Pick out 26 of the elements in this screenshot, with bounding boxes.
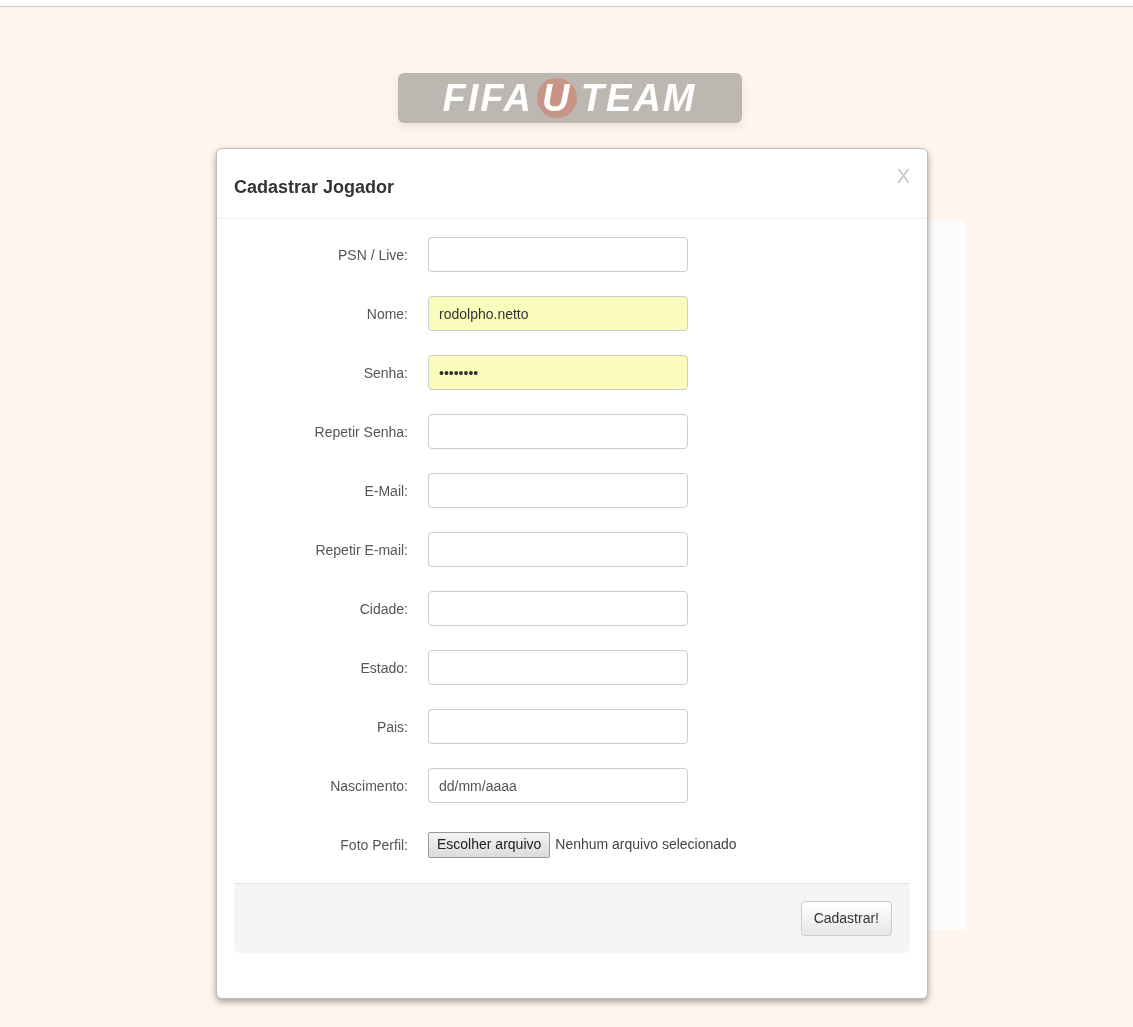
field-label: Pais:	[376, 718, 408, 735]
submit-button[interactable]: Cadastrar!	[800, 901, 892, 936]
input-field[interactable]	[428, 532, 688, 567]
input-field[interactable]: dd/mm/aaaa	[428, 768, 688, 803]
field-label: Cidade:	[359, 600, 408, 617]
input-field[interactable]: rodolpho.netto	[428, 296, 688, 331]
input-field[interactable]: ••••••••	[428, 355, 688, 390]
input-field[interactable]	[428, 709, 688, 744]
field-label: Nascimento:	[330, 777, 408, 794]
input-field[interactable]	[428, 237, 688, 272]
field-label: Repetir Senha:	[314, 423, 408, 440]
input-field[interactable]	[428, 650, 688, 685]
file-status-text: Nenhum arquivo selecionado	[555, 835, 737, 854]
input-field[interactable]	[428, 473, 688, 508]
choose-file-button[interactable]: Escolher arquivo	[428, 831, 551, 858]
field-label: Repetir E-mail:	[315, 541, 408, 558]
input-field[interactable]	[428, 591, 688, 626]
field-label: Foto Perfil:	[340, 836, 408, 853]
modal-title: Cadastrar Jogador	[234, 176, 395, 199]
logo: FIFA U TEAM	[397, 73, 742, 123]
input-field[interactable]	[428, 414, 688, 449]
field-label: Senha:	[363, 364, 408, 381]
field-label: E-Mail:	[364, 482, 408, 499]
field-label: Estado:	[360, 659, 408, 676]
field-label: Nome:	[366, 305, 408, 322]
field-label: PSN / Live:	[337, 246, 408, 263]
